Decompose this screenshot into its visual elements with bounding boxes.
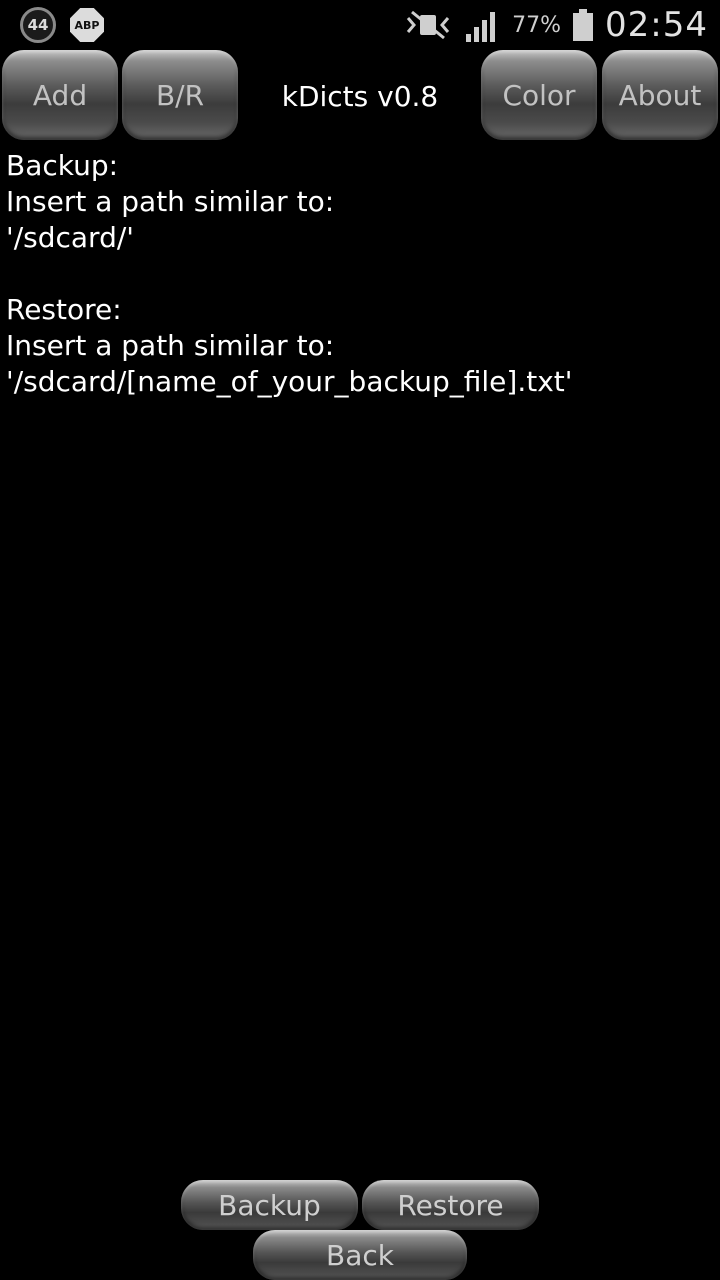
restore-instruction: Insert a path similar to: [6,329,335,362]
color-button[interactable]: Color [481,50,597,140]
status-clock: 02:54 [605,5,708,45]
restore-button[interactable]: Restore [362,1180,539,1230]
status-bar-left: 44 ABP [20,7,104,43]
backup-button[interactable]: Backup [181,1180,358,1230]
battery-percent: 77% [512,12,562,38]
top-toolbar: Add B/R kDicts v0.8 Color About [0,50,720,142]
back-button[interactable]: Back [253,1230,467,1280]
backup-instruction: Insert a path similar to: [6,185,335,218]
signal-icon [466,12,496,42]
adblock-plus-icon: ABP [70,8,104,42]
notification-count-badge: 44 [20,7,56,43]
silent-mode-icon [406,10,450,40]
backup-path-example: '/sdcard/' [6,221,134,254]
app-title: kDicts v0.8 [281,79,439,113]
status-bar: 44 ABP 77% 02:54 [0,0,720,50]
battery-icon [573,9,594,41]
backup-restore-button[interactable]: B/R [122,50,238,140]
backup-heading: Backup: [6,149,119,182]
about-button[interactable]: About [602,50,718,140]
restore-path-example: '/sdcard/[name_of_your_backup_file].txt' [6,365,573,398]
restore-heading: Restore: [6,293,122,326]
status-bar-right: 77% 02:54 [404,4,708,46]
add-button[interactable]: Add [2,50,118,140]
instructions-panel: Backup: Insert a path similar to: '/sdca… [6,148,714,400]
